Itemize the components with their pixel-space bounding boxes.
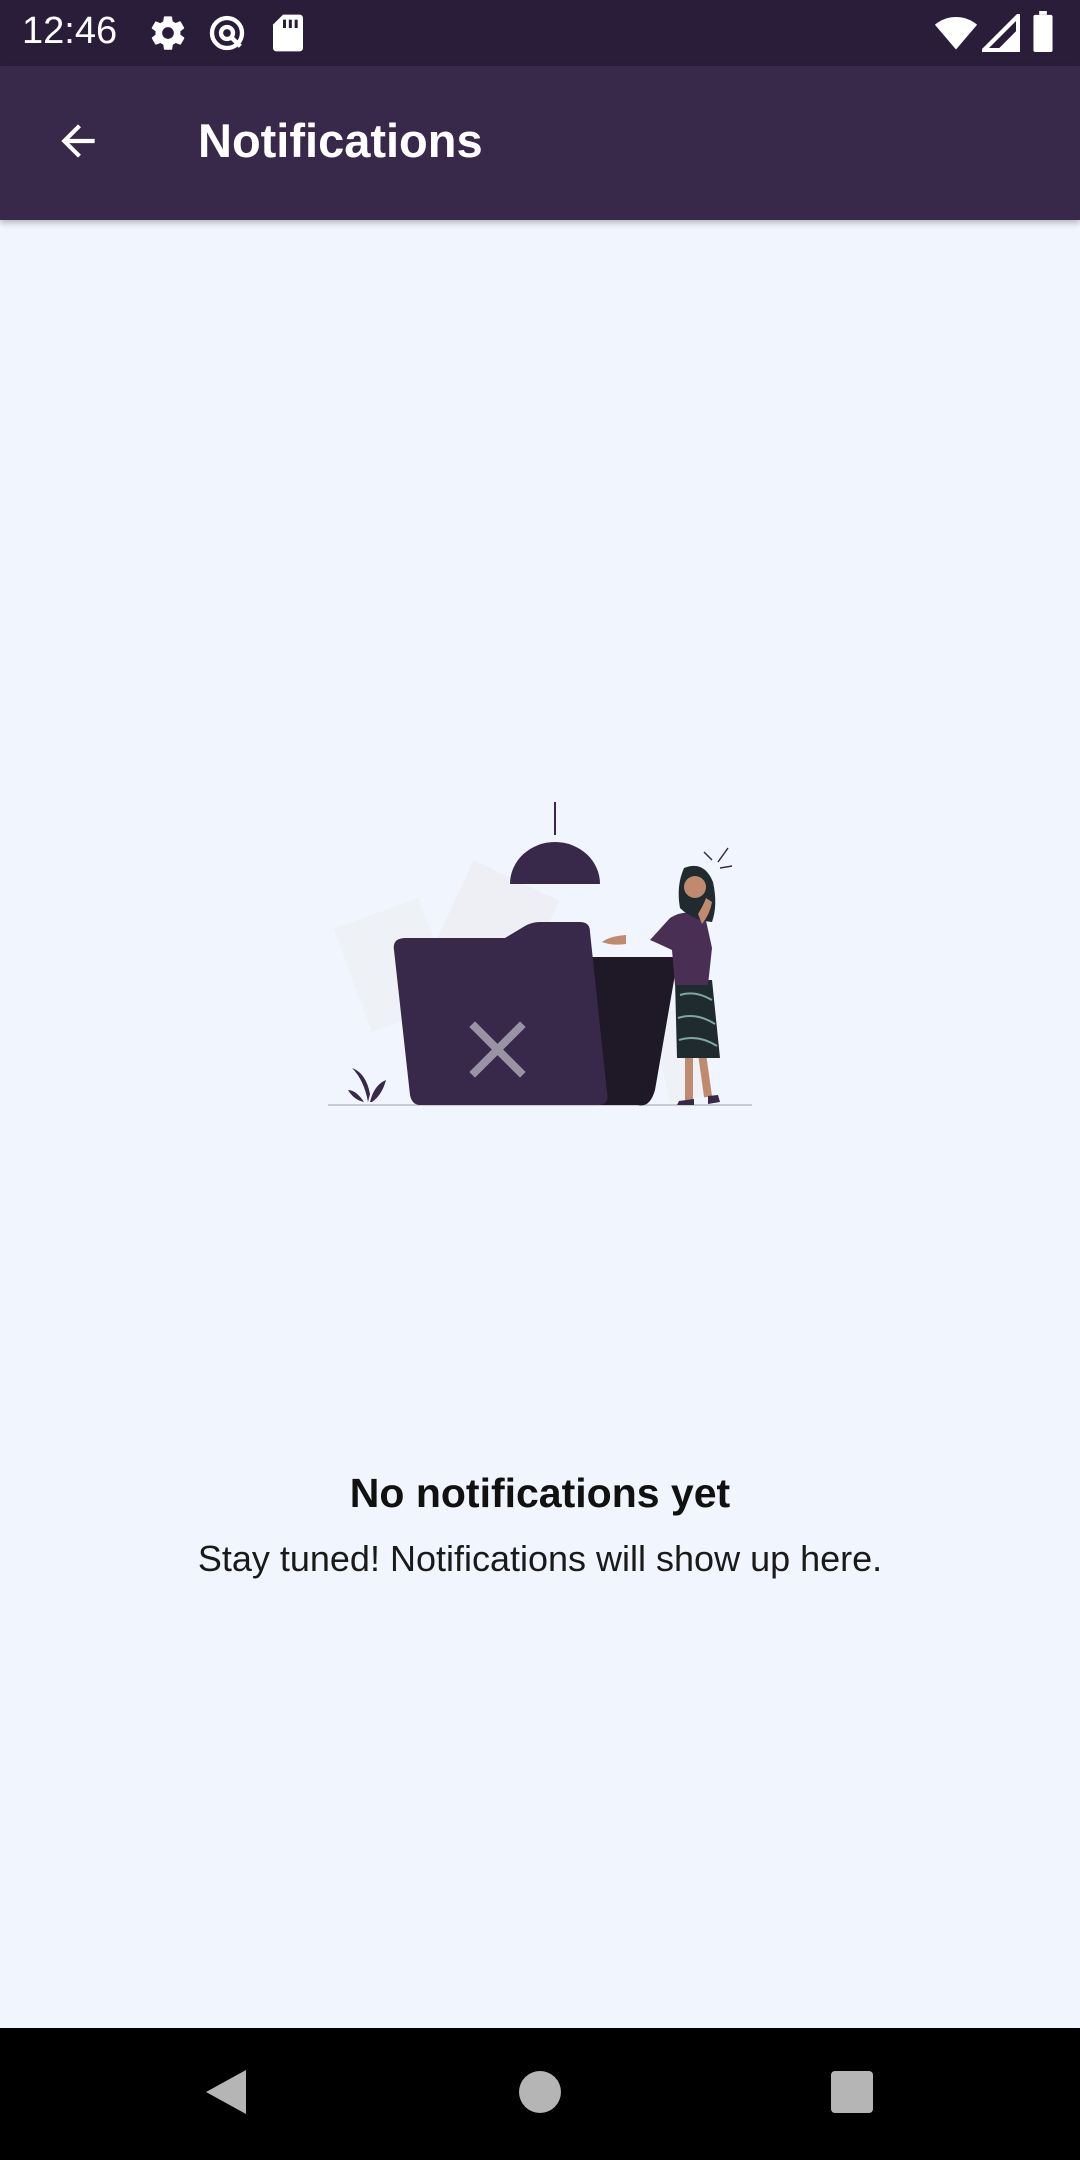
home-circle-icon	[518, 2070, 562, 2119]
back-triangle-icon	[204, 2068, 248, 2121]
settings-icon	[148, 13, 188, 58]
empty-state-title: No notifications yet	[349, 1470, 731, 1516]
nav-home-button[interactable]	[510, 2064, 570, 2124]
status-bar: 12:46	[0, 0, 1080, 66]
status-time: 12:46	[22, 10, 118, 52]
recents-square-icon	[830, 2070, 874, 2119]
empty-state-subtitle: Stay tuned! Notifications will show up h…	[197, 1538, 883, 1579]
app-bar: Notifications	[0, 66, 1080, 220]
empty-folder-illustration	[320, 790, 760, 1120]
arrow-back-icon	[53, 116, 103, 171]
system-nav-bar	[0, 2028, 1080, 2160]
signal-icon	[978, 10, 1021, 57]
wifi-icon	[934, 14, 978, 57]
nav-recents-button[interactable]	[822, 2064, 882, 2124]
page-title: Notifications	[198, 114, 483, 167]
back-button[interactable]	[38, 103, 118, 183]
nav-back-button[interactable]	[196, 2064, 256, 2124]
notifications-content: No notifications yet Stay tuned! Notific…	[0, 220, 1080, 2028]
sd-card-icon	[270, 13, 306, 58]
battery-icon	[1032, 11, 1054, 58]
sync-icon	[207, 13, 247, 58]
